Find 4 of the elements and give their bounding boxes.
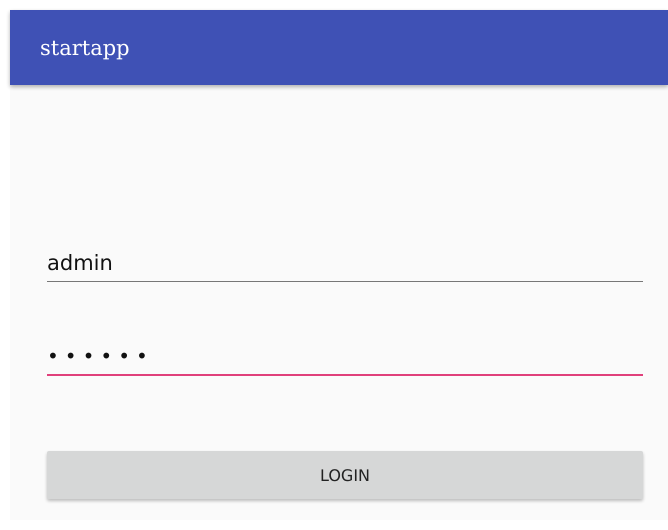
password-field[interactable]: •••••• bbox=[47, 344, 643, 376]
username-field[interactable]: admin bbox=[47, 251, 643, 282]
app-title: startapp bbox=[40, 36, 130, 60]
login-button[interactable]: LOGIN bbox=[47, 451, 643, 499]
